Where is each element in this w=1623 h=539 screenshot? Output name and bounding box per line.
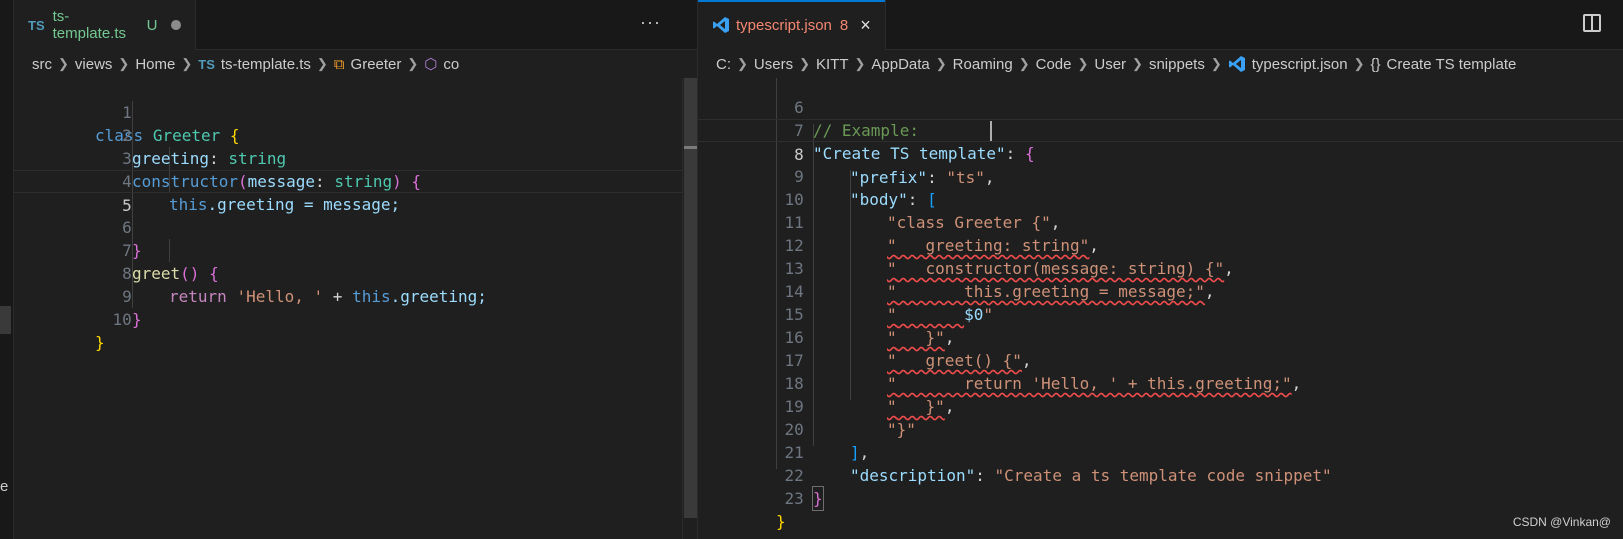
code-line: 7 "Create TS template": {: [698, 96, 1623, 163]
breadcrumb-symbol-truncated[interactable]: co: [443, 56, 459, 73]
code-line-current: 8 "prefix": "ts",: [698, 119, 1623, 187]
breadcrumb-item[interactable]: Users: [754, 56, 793, 73]
editor-group-left: TS ts-template.ts U ··· src ❯ views ❯ Ho…: [14, 0, 697, 539]
chevron-right-icon: ❯: [737, 56, 748, 71]
active-tab-indicator: [698, 0, 885, 2]
more-actions-icon[interactable]: ···: [640, 12, 661, 33]
chevron-right-icon: ❯: [854, 56, 866, 71]
code-line: 6 }: [14, 193, 697, 260]
chevron-right-icon: ❯: [1210, 56, 1222, 71]
code-line: 9 "body": [: [698, 142, 1623, 209]
code-line: 14 " $0": [698, 257, 1623, 324]
chevron-right-icon: ❯: [1132, 56, 1143, 71]
line-number: 10: [112, 310, 132, 329]
code-line: 6 // Example:: [698, 73, 1623, 140]
chevron-right-icon: ❯: [1077, 56, 1089, 71]
breadcrumb-item[interactable]: src: [32, 56, 52, 73]
breadcrumb-item[interactable]: Roaming: [953, 56, 1013, 73]
method-symbol-icon: ⬡: [424, 56, 438, 73]
breadcrumb-item[interactable]: User: [1094, 56, 1126, 73]
text-cursor: [990, 121, 992, 141]
chevron-right-icon: ❯: [181, 56, 193, 71]
breadcrumb-item[interactable]: views: [75, 56, 113, 73]
close-icon[interactable]: ×: [860, 15, 871, 36]
object-symbol-icon: {}: [1370, 55, 1381, 73]
code-line: 23 }: [698, 464, 1623, 531]
code-line: 12 " constructor(message: string) {",: [698, 211, 1623, 278]
code-line: 8 return 'Hello, ' + this.greeting;: [14, 239, 697, 306]
code-line: 19 "}": [698, 372, 1623, 439]
chevron-right-icon: ❯: [1018, 56, 1030, 71]
code-line: 9 }: [14, 262, 697, 329]
tab-typescript-json[interactable]: typescript.json 8 ×: [698, 0, 886, 50]
tab-label: typescript.json: [736, 16, 832, 34]
code-line: 21 "description": "Create a ts template …: [698, 418, 1623, 485]
code-line: 1 class Greeter {: [14, 78, 697, 145]
chevron-right-icon: ❯: [935, 56, 947, 71]
code-line-current: 5: [14, 170, 697, 215]
activity-selected-indicator: [0, 306, 11, 334]
chevron-right-icon: ❯: [799, 56, 810, 71]
breadcrumb-file[interactable]: ts-template.ts: [221, 56, 311, 73]
code-line: 15 " }",: [698, 280, 1623, 347]
editor-group-right: typescript.json 8 × C: ❯ Users ❯ KITT ❯ …: [697, 0, 1623, 539]
breadcrumb-item[interactable]: C:: [716, 56, 731, 73]
breadcrumb-item[interactable]: Home: [135, 56, 175, 73]
split-editor-icon[interactable]: [1583, 14, 1601, 32]
chevron-right-icon: ❯: [1353, 56, 1365, 71]
code-line: 22 }: [698, 441, 1623, 511]
code-line: 7 greet() {: [14, 216, 697, 283]
code-line: 16 " greet() {",: [698, 303, 1623, 370]
vertical-scrollbar[interactable]: [682, 78, 697, 539]
scrollbar-thumb[interactable]: [684, 78, 697, 518]
code-line: 18 " }",: [698, 349, 1623, 416]
breadcrumb-item[interactable]: Code: [1036, 56, 1072, 73]
watermark-text: CSDN @Vinkan@: [1512, 515, 1611, 529]
git-status-badge: U: [146, 16, 158, 34]
code-line: 3 constructor(message: string) {: [14, 124, 697, 191]
chevron-right-icon: ❯: [118, 56, 130, 71]
breadcrumb-left: src ❯ views ❯ Home ❯ TS ts-template.ts ❯…: [14, 50, 697, 78]
vscode-logo-icon: [1228, 55, 1246, 73]
typescript-file-icon: TS: [198, 56, 215, 72]
tab-ts-template[interactable]: TS ts-template.ts U: [14, 0, 196, 50]
code-line: 20 ],: [698, 395, 1623, 462]
code-line: 4 this.greeting = message;: [14, 147, 697, 214]
chevron-right-icon: ❯: [407, 56, 419, 71]
activity-strip: e: [0, 0, 14, 539]
code-line: 2 greeting: string: [14, 101, 697, 168]
code-line: 11 " greeting: string",: [698, 188, 1623, 255]
code-editor-right[interactable]: 6 // Example: 7 "Create TS template": { …: [698, 78, 1623, 539]
code-line: 17 " return 'Hello, ' + this.greeting;",: [698, 326, 1623, 393]
tab-label: ts-template.ts: [52, 8, 126, 42]
line-number: 23: [784, 489, 804, 508]
breadcrumb-item[interactable]: KITT: [816, 56, 849, 73]
typescript-file-icon: TS: [28, 17, 45, 33]
code-editor-left[interactable]: 1 class Greeter { 2 greeting: string 3 c…: [14, 78, 697, 539]
breadcrumb-symbol[interactable]: Create TS template: [1387, 56, 1517, 73]
code-line: 10 }: [14, 285, 697, 352]
tab-bar-left: TS ts-template.ts U ···: [14, 0, 697, 50]
class-symbol-icon: ⧉: [333, 55, 345, 73]
scrollbar-cursor-mark: [684, 146, 697, 149]
code-line: 10 "class Greeter {",: [698, 165, 1623, 232]
chevron-right-icon: ❯: [316, 56, 328, 71]
tab-bar-right: typescript.json 8 ×: [698, 0, 1623, 50]
chevron-right-icon: ❯: [58, 56, 69, 71]
breadcrumb-item[interactable]: AppData: [871, 56, 929, 73]
panel-edge-text: e: [0, 478, 9, 495]
problems-count-badge: 8: [839, 16, 849, 34]
breadcrumb-item[interactable]: snippets: [1149, 56, 1205, 73]
breadcrumb-symbol[interactable]: Greeter: [351, 56, 402, 73]
unsaved-dot-icon[interactable]: [171, 20, 181, 30]
vscode-logo-icon: [712, 16, 730, 34]
breadcrumb-file[interactable]: typescript.json: [1252, 56, 1348, 73]
code-line: 13 " this.greeting = message;",: [698, 234, 1623, 301]
